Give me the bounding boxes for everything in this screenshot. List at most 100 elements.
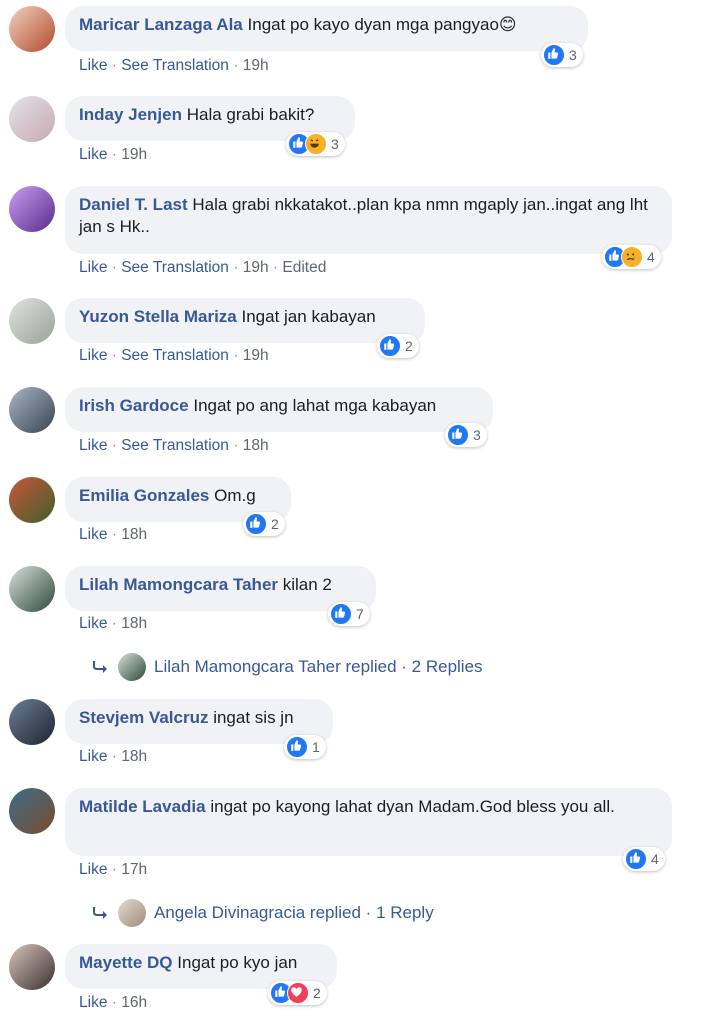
comment-bubble: Matilde Lavadia ingat po kayong lahat dy… (65, 788, 672, 856)
comment-actions: Like · 16h (79, 994, 148, 1011)
timestamp[interactable]: 18h (121, 526, 147, 543)
avatar[interactable] (9, 699, 55, 745)
comment-actions: Like · 19h (79, 146, 148, 163)
view-replies-link[interactable]: Lilah Mamongcara Taher replied · 2 Repli… (92, 653, 483, 681)
avatar[interactable] (9, 788, 55, 834)
reaction-count: 2 (405, 338, 413, 354)
comment-text: ingat sis jn (213, 708, 294, 727)
like-link[interactable]: Like (79, 748, 107, 765)
like-link[interactable]: Like (79, 57, 107, 74)
avatar[interactable] (9, 96, 55, 142)
avatar[interactable] (9, 477, 55, 523)
reaction-summary[interactable]: 7 (328, 602, 370, 626)
timestamp[interactable]: 19h (243, 57, 269, 74)
timestamp[interactable]: 19h (243, 259, 269, 276)
timestamp[interactable]: 16h (121, 994, 147, 1011)
comment-text: kilan 2 (282, 575, 332, 594)
haha-reaction-icon (305, 133, 327, 155)
comment-text: Om.g (214, 486, 256, 505)
love-reaction-icon (287, 982, 309, 1004)
reaction-count: 3 (569, 47, 577, 63)
like-reaction-icon (379, 335, 401, 357)
reaction-count: 1 (312, 739, 320, 755)
commenter-name[interactable]: Lilah Mamongcara Taher (79, 575, 278, 594)
replies-label: Lilah Mamongcara Taher replied · 2 Repli… (154, 657, 483, 676)
like-link[interactable]: Like (79, 994, 107, 1011)
comment-bubble: Yuzon Stella Mariza Ingat jan kabayan (65, 298, 425, 343)
avatar[interactable] (9, 944, 55, 990)
comment-text: Ingat po kyo jan (177, 953, 298, 972)
comment-bubble: Daniel T. Last Hala grabi nkkatakot..pla… (65, 186, 672, 254)
commenter-name[interactable]: Inday Jenjen (79, 105, 182, 124)
see-translation-link[interactable]: See Translation (121, 347, 229, 364)
avatar (118, 899, 146, 927)
reaction-count: 3 (331, 136, 339, 152)
avatar[interactable] (9, 298, 55, 344)
commenter-name[interactable]: Emilia Gonzales (79, 486, 209, 505)
edited-label[interactable]: Edited (282, 259, 326, 276)
commenter-name[interactable]: Mayette DQ (79, 953, 173, 972)
see-translation-link[interactable]: See Translation (121, 57, 229, 74)
reaction-summary[interactable]: 4 (602, 245, 661, 269)
reply-arrow-icon (93, 907, 107, 919)
reaction-summary[interactable]: 2 (377, 334, 419, 358)
comment-actions: Like · 18h (79, 615, 148, 632)
comment-bubble: Maricar Lanzaga Ala Ingat po kayo dyan m… (65, 6, 588, 51)
timestamp[interactable]: 18h (243, 437, 269, 454)
commenter-name[interactable]: Irish Gardoce (79, 396, 189, 415)
comment-bubble: Irish Gardoce Ingat po ang lahat mga kab… (65, 387, 493, 432)
comment-text: Ingat po ang lahat mga kabayan (193, 396, 437, 415)
see-translation-link[interactable]: See Translation (121, 259, 229, 276)
commenter-name[interactable]: Maricar Lanzaga Ala (79, 15, 243, 34)
commenter-name[interactable]: Stevjem Valcruz (79, 708, 208, 727)
comment-actions: Like · See Translation · 19h (79, 57, 269, 74)
replies-label: Angela Divinagracia replied · 1 Reply (154, 903, 434, 922)
like-link[interactable]: Like (79, 437, 107, 454)
like-link[interactable]: Like (79, 526, 107, 543)
like-link[interactable]: Like (79, 347, 107, 364)
comment-text: Ingat po kayo dyan mga pangyao😊 (247, 15, 517, 34)
reaction-summary[interactable]: 1 (284, 735, 326, 759)
comment-text: Ingat jan kabayan (241, 307, 376, 326)
reply-arrow-icon (93, 661, 107, 673)
timestamp[interactable]: 18h (121, 615, 147, 632)
commenter-name[interactable]: Yuzon Stella Mariza (79, 307, 237, 326)
timestamp[interactable]: 19h (121, 146, 147, 163)
like-link[interactable]: Like (79, 259, 107, 276)
sad-reaction-icon (621, 246, 643, 268)
like-link[interactable]: Like (79, 146, 107, 163)
comment-actions: Like · See Translation · 19h · Edited (79, 259, 327, 276)
view-replies-link[interactable]: Angela Divinagracia replied · 1 Reply (92, 899, 434, 927)
like-reaction-icon (625, 848, 647, 870)
reaction-count: 2 (313, 985, 321, 1001)
commenter-name[interactable]: Daniel T. Last (79, 195, 188, 214)
comment-actions: Like · 17h (79, 861, 148, 878)
like-reaction-icon (286, 736, 308, 758)
reaction-summary[interactable]: 3 (445, 423, 487, 447)
like-link[interactable]: Like (79, 861, 107, 878)
avatar[interactable] (9, 566, 55, 612)
reaction-summary[interactable]: 3 (541, 43, 583, 67)
reaction-summary[interactable]: 2 (243, 512, 285, 536)
timestamp[interactable]: 17h (121, 861, 147, 878)
timestamp[interactable]: 19h (243, 347, 269, 364)
reaction-count: 3 (473, 427, 481, 443)
commenter-name[interactable]: Matilde Lavadia (79, 797, 206, 816)
reaction-summary[interactable]: 2 (268, 981, 327, 1005)
avatar[interactable] (9, 6, 55, 52)
avatar[interactable] (9, 186, 55, 232)
reaction-count: 4 (651, 851, 659, 867)
see-translation-link[interactable]: See Translation (121, 437, 229, 454)
reaction-summary[interactable]: 4 (623, 847, 665, 871)
reaction-summary[interactable]: 3 (286, 132, 345, 156)
like-reaction-icon (330, 603, 352, 625)
comment-bubble: Lilah Mamongcara Taher kilan 2 (65, 566, 376, 611)
timestamp[interactable]: 18h (121, 748, 147, 765)
like-reaction-icon (245, 513, 267, 535)
avatar[interactable] (9, 387, 55, 433)
reaction-count: 2 (271, 516, 279, 532)
avatar (118, 653, 146, 681)
like-link[interactable]: Like (79, 615, 107, 632)
like-reaction-icon (543, 44, 565, 66)
like-reaction-icon (447, 424, 469, 446)
